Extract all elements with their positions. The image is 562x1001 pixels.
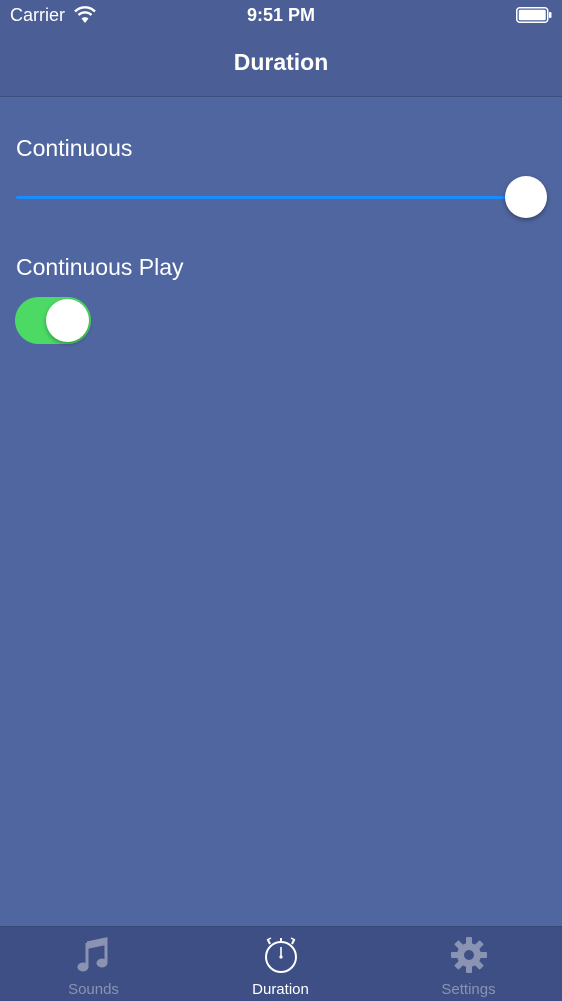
tab-duration-label: Duration (252, 981, 309, 998)
stopwatch-icon (264, 937, 297, 973)
tab-bar: Sounds Duration Settings (0, 926, 562, 1001)
tab-sounds-label: Sounds (68, 981, 119, 998)
tab-duration[interactable]: Duration (187, 927, 374, 1001)
continuous-play-toggle[interactable] (15, 297, 91, 344)
tab-sounds[interactable]: Sounds (0, 927, 187, 1001)
toggle-knob (46, 299, 89, 342)
status-bar: Carrier 9:51 PM (0, 0, 562, 32)
continuous-slider-track[interactable] (16, 196, 530, 199)
tab-settings-label: Settings (441, 981, 496, 998)
continuous-play-label: Continuous Play (16, 254, 184, 280)
battery-icon (516, 7, 552, 23)
tab-settings[interactable]: Settings (375, 927, 562, 1001)
music-note-icon (77, 937, 107, 972)
clock: 9:51 PM (246, 5, 316, 25)
continuous-slider-thumb[interactable] (505, 176, 547, 218)
duration-settings: Continuous Continuous Play (0, 97, 562, 926)
continuous-label: Continuous (16, 135, 133, 161)
gear-icon (450, 937, 487, 973)
page-title: Duration (233, 49, 329, 75)
navigation-bar: Duration (0, 32, 562, 97)
